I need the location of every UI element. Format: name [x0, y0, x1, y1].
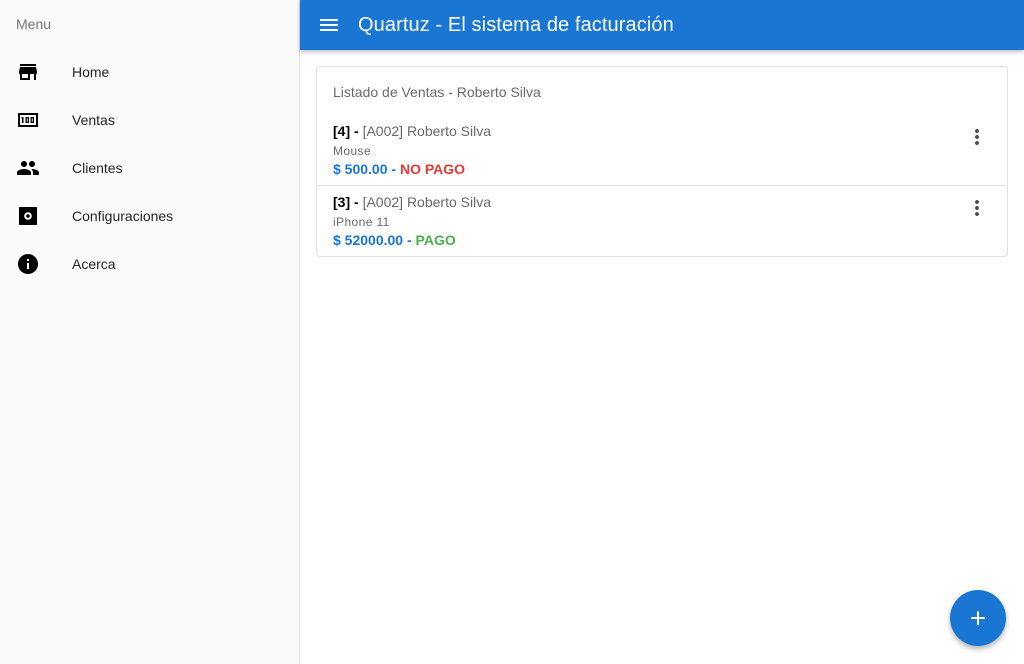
- sidebar: Menu Home Ventas Clientes Configuracione…: [0, 0, 300, 664]
- sale-amount: $ 52000.00: [333, 232, 404, 248]
- add-sale-button[interactable]: [950, 590, 1006, 646]
- sidebar-item-configuraciones[interactable]: Configuraciones: [0, 192, 299, 240]
- sale-header: [4] - [A002] Roberto Silva: [333, 123, 491, 139]
- sidebar-title: Menu: [16, 16, 52, 32]
- hundred-icon: [16, 108, 40, 132]
- app-bar: Quartuz - El sistema de facturación: [300, 0, 1024, 50]
- info-icon: [16, 252, 40, 276]
- settings-icon: [16, 204, 40, 228]
- sidebar-item-ventas[interactable]: Ventas: [0, 96, 299, 144]
- sidebar-item-label: Home: [72, 64, 110, 80]
- list-item[interactable]: [4] - [A002] Roberto Silva Mouse $ 500.0…: [317, 115, 1007, 186]
- separator: -: [350, 123, 363, 139]
- sale-client: [A002] Roberto Silva: [362, 123, 491, 139]
- sale-client: [A002] Roberto Silva: [362, 194, 491, 210]
- sale-summary: $ 52000.00 - PAGO: [333, 232, 456, 248]
- more-vert-icon[interactable]: [965, 196, 989, 220]
- status-badge: PAGO: [415, 232, 456, 248]
- separator: -: [350, 194, 363, 210]
- separator: -: [387, 161, 400, 177]
- page-title: Quartuz - El sistema de facturación: [358, 13, 674, 36]
- sidebar-item-home[interactable]: Home: [0, 48, 299, 96]
- sidebar-item-clientes[interactable]: Clientes: [0, 144, 299, 192]
- sale-product: iPhone 11: [333, 215, 390, 229]
- list-item[interactable]: [3] - [A002] Roberto Silva iPhone 11 $ 5…: [317, 186, 1007, 257]
- sidebar-item-label: Clientes: [72, 160, 123, 176]
- sale-amount: $ 500.00: [333, 161, 388, 177]
- menu-icon[interactable]: [317, 13, 341, 37]
- sale-id: [3]: [333, 194, 351, 210]
- separator: -: [403, 232, 416, 248]
- sale-id: [4]: [333, 123, 351, 139]
- sales-list-card: Listado de Ventas - Roberto Silva [4] - …: [316, 66, 1008, 257]
- sale-summary: $ 500.00 - NO PAGO: [333, 161, 465, 177]
- sidebar-item-label: Acerca: [72, 256, 116, 272]
- plus-icon: [966, 606, 990, 630]
- sidebar-nav: Home Ventas Clientes Configuraciones Ace…: [0, 48, 299, 288]
- sidebar-item-label: Configuraciones: [72, 208, 174, 224]
- status-badge: NO PAGO: [399, 161, 466, 177]
- people-icon: [16, 156, 40, 180]
- store-icon: [16, 60, 40, 84]
- sale-header: [3] - [A002] Roberto Silva: [333, 194, 491, 210]
- card-title: Listado de Ventas - Roberto Silva: [333, 84, 541, 100]
- sidebar-item-label: Ventas: [72, 112, 115, 128]
- sidebar-item-acerca[interactable]: Acerca: [0, 240, 299, 288]
- sale-product: Mouse: [333, 144, 372, 158]
- more-vert-icon[interactable]: [965, 125, 989, 149]
